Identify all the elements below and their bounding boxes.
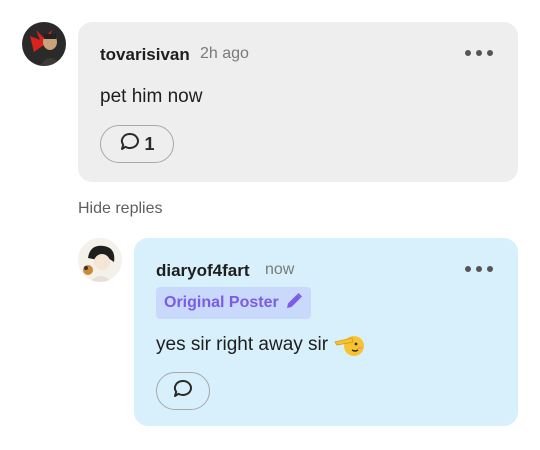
saluting-face-emoji <box>334 333 365 357</box>
avatar[interactable] <box>22 22 66 66</box>
reply-username[interactable]: diaryof4fart <box>156 261 250 281</box>
original-poster-badge: Original Poster <box>156 287 311 319</box>
reply-count: 1 <box>144 133 155 154</box>
comment-username[interactable]: tovarisivan <box>100 45 190 65</box>
comment-bubble-icon <box>119 131 141 158</box>
pencil-icon <box>285 292 303 315</box>
comment-text: pet him now <box>100 86 203 107</box>
reply-more-options-icon[interactable] <box>465 262 493 276</box>
more-options-icon[interactable] <box>465 46 493 60</box>
hide-replies-link[interactable]: Hide replies <box>78 200 162 218</box>
reply-count-button[interactable]: 1 <box>100 125 174 163</box>
comment-timestamp: 2h ago <box>200 45 249 62</box>
reply-avatar[interactable] <box>78 238 122 282</box>
badge-label: Original Poster <box>164 294 279 311</box>
reply-button[interactable] <box>156 372 210 410</box>
comment-bubble-icon <box>172 378 194 405</box>
reply-timestamp: now <box>265 261 295 278</box>
reply-text: yes sir right away sir <box>156 333 365 357</box>
reply-text-content: yes sir right away sir <box>156 334 329 355</box>
